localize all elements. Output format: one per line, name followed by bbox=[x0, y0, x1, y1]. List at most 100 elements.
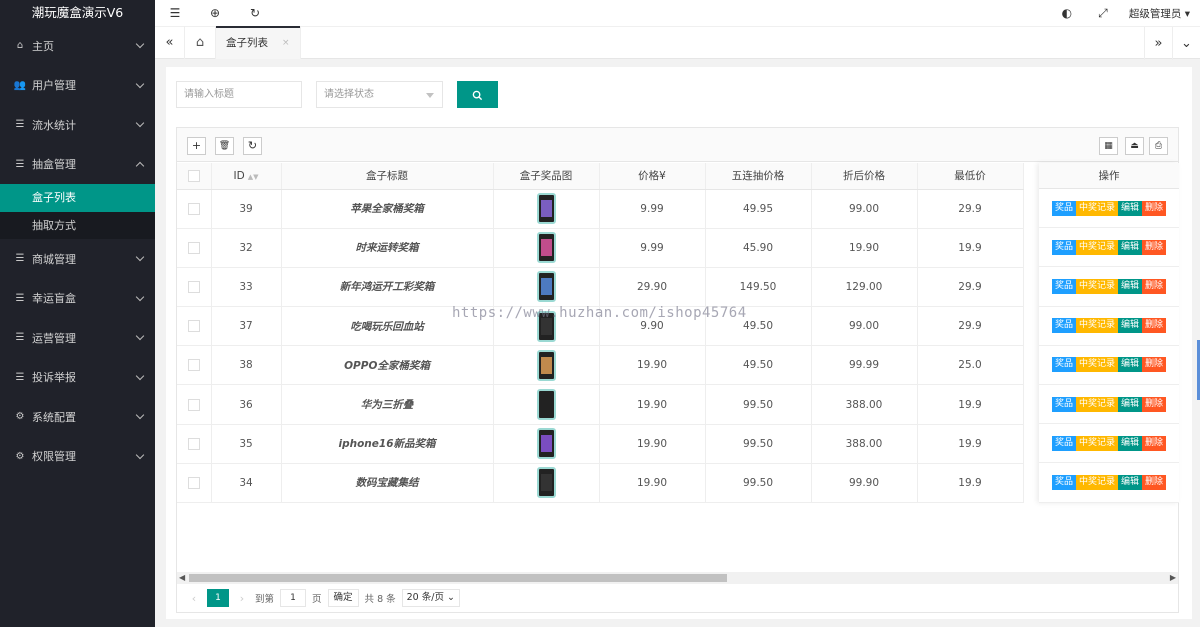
records-button[interactable]: 中奖记录 bbox=[1075, 474, 1118, 490]
sidebar-item-7[interactable]: ☰ 投诉举报 bbox=[0, 358, 155, 398]
records-button[interactable]: 中奖记录 bbox=[1075, 318, 1118, 334]
delete-button[interactable]: 删除 bbox=[1142, 435, 1167, 451]
print-icon[interactable]: ⎙ bbox=[1149, 137, 1168, 155]
theme-icon[interactable]: ◐ bbox=[1049, 6, 1085, 20]
columns-icon[interactable]: ▦ bbox=[1099, 137, 1118, 155]
goto-page-input[interactable]: 1 bbox=[280, 589, 307, 607]
delete-button[interactable]: 删除 bbox=[1142, 200, 1167, 216]
sidebar-item-8[interactable]: ⚙ 系统配置 bbox=[0, 397, 155, 437]
sidebar-item-label: 抽盒管理 bbox=[32, 158, 76, 172]
sidebar-item-6[interactable]: ☰ 运营管理 bbox=[0, 318, 155, 358]
row-checkbox[interactable] bbox=[187, 241, 200, 254]
prize-button[interactable]: 奖品 bbox=[1051, 318, 1076, 334]
edit-button[interactable]: 编辑 bbox=[1118, 474, 1143, 490]
table-row[interactable]: 35 iphone16新品奖箱 19.90 99.50 388.00 19.9 bbox=[177, 424, 1024, 464]
tabs-scroll-right-icon[interactable]: » bbox=[1144, 27, 1172, 60]
edit-button[interactable]: 编辑 bbox=[1118, 239, 1143, 255]
sidebar-item-4[interactable]: ☰ 商城管理 bbox=[0, 239, 155, 279]
delete-button[interactable]: 删除 bbox=[1142, 357, 1167, 373]
prize-button[interactable]: 奖品 bbox=[1051, 200, 1076, 216]
prize-button[interactable]: 奖品 bbox=[1051, 474, 1076, 490]
sort-icon[interactable]: ▲▼ bbox=[248, 173, 259, 181]
horizontal-scrollbar[interactable]: ◀ ▶ bbox=[177, 572, 1178, 584]
records-button[interactable]: 中奖记录 bbox=[1075, 200, 1118, 216]
delete-button[interactable]: 删除 bbox=[1142, 278, 1167, 294]
select-all-checkbox[interactable] bbox=[187, 169, 200, 182]
prize-button[interactable]: 奖品 bbox=[1051, 239, 1076, 255]
fullscreen-icon[interactable]: ⤢ bbox=[1085, 6, 1121, 21]
col-id-label: ID bbox=[233, 169, 245, 182]
delete-button[interactable]: 删除 bbox=[1142, 239, 1167, 255]
col-title: 盒子标题 bbox=[281, 163, 494, 190]
next-page-icon[interactable]: › bbox=[235, 592, 249, 605]
export-icon[interactable]: ⏏ bbox=[1125, 137, 1144, 155]
records-button[interactable]: 中奖记录 bbox=[1075, 239, 1118, 255]
tabs-dropdown-icon[interactable]: ⌄ bbox=[1172, 27, 1200, 60]
table-row[interactable]: 34 数码宝藏集结 19.90 99.50 99.90 19.9 bbox=[177, 463, 1024, 504]
edit-button[interactable]: 编辑 bbox=[1118, 200, 1143, 216]
prize-button[interactable]: 奖品 bbox=[1051, 396, 1076, 412]
home-tab-icon[interactable]: ⌂ bbox=[185, 35, 215, 50]
scrollbar-thumb[interactable] bbox=[189, 574, 727, 582]
sidebar-subitem-0[interactable]: 盒子列表 bbox=[0, 184, 155, 212]
delete-button[interactable]: 删除 bbox=[1142, 474, 1167, 490]
records-button[interactable]: 中奖记录 bbox=[1075, 357, 1118, 373]
prize-button[interactable]: 奖品 bbox=[1051, 357, 1076, 373]
edit-button[interactable]: 编辑 bbox=[1118, 278, 1143, 294]
row-checkbox[interactable] bbox=[187, 202, 200, 215]
tab-box-list[interactable]: 盒子列表 × bbox=[215, 26, 301, 59]
admin-menu[interactable]: 超级管理员 ▾ bbox=[1121, 6, 1200, 21]
page-size-select[interactable]: 20 条/页 ⌄ bbox=[401, 589, 460, 607]
sidebar-subitem-1[interactable]: 抽取方式 bbox=[0, 211, 155, 239]
close-icon[interactable]: × bbox=[282, 38, 290, 48]
col-id[interactable]: ID ▲▼ bbox=[211, 163, 282, 190]
menu-toggle-icon[interactable]: ☰ bbox=[155, 6, 195, 20]
sidebar-item-5[interactable]: ☰ 幸运盲盒 bbox=[0, 279, 155, 319]
table-row[interactable]: 38 OPPO全家桶奖箱 19.90 49.50 99.99 25.0 bbox=[177, 345, 1024, 386]
table-row[interactable]: 33 新年鸿运开工彩奖箱 29.90 149.50 129.00 29.9 bbox=[177, 267, 1024, 308]
title-search-input[interactable]: 请输入标题 bbox=[176, 81, 302, 108]
edit-button[interactable]: 编辑 bbox=[1118, 318, 1143, 334]
table-row[interactable]: 32 时来运转奖箱 9.99 45.90 19.90 19.9 bbox=[177, 228, 1024, 268]
records-button[interactable]: 中奖记录 bbox=[1075, 435, 1118, 451]
sidebar-item-2[interactable]: ☰ 流水统计 bbox=[0, 105, 155, 145]
records-button[interactable]: 中奖记录 bbox=[1075, 278, 1118, 294]
prize-button[interactable]: 奖品 bbox=[1051, 435, 1076, 451]
search-button[interactable] bbox=[457, 81, 498, 108]
current-page[interactable]: 1 bbox=[207, 589, 229, 607]
sidebar-item-9[interactable]: ⚙ 权限管理 bbox=[0, 437, 155, 477]
prize-button[interactable]: 奖品 bbox=[1051, 278, 1076, 294]
status-placeholder: 请选择状态 bbox=[324, 89, 374, 100]
refresh-icon[interactable]: ↻ bbox=[235, 6, 275, 20]
scroll-left-icon[interactable]: ◀ bbox=[179, 572, 185, 584]
edit-button[interactable]: 编辑 bbox=[1118, 435, 1143, 451]
cell-five-price: 149.50 bbox=[705, 267, 812, 308]
trash-icon[interactable]: 🗑 bbox=[215, 137, 234, 155]
add-icon[interactable]: + bbox=[187, 137, 206, 155]
delete-button[interactable]: 删除 bbox=[1142, 318, 1167, 334]
globe-icon[interactable]: ⊕ bbox=[195, 6, 235, 20]
row-checkbox[interactable] bbox=[187, 398, 200, 411]
goto-confirm-button[interactable]: 确定 bbox=[327, 589, 359, 607]
row-checkbox[interactable] bbox=[187, 359, 200, 372]
refresh-table-icon[interactable]: ↻ bbox=[243, 137, 262, 155]
cell-title: 数码宝藏集结 bbox=[281, 463, 494, 504]
sidebar-item-1[interactable]: 👥 用户管理 bbox=[0, 66, 155, 106]
prev-page-icon[interactable]: ‹ bbox=[187, 592, 201, 605]
table-row[interactable]: 36 华为三折叠 19.90 99.50 388.00 19.9 bbox=[177, 384, 1024, 425]
sidebar-item-3[interactable]: ☰ 抽盒管理 bbox=[0, 145, 155, 185]
edit-button[interactable]: 编辑 bbox=[1118, 396, 1143, 412]
tabs-scroll-left-icon[interactable]: « bbox=[155, 26, 185, 59]
row-checkbox[interactable] bbox=[187, 320, 200, 333]
row-checkbox[interactable] bbox=[187, 280, 200, 293]
row-checkbox[interactable] bbox=[187, 476, 200, 489]
edit-button[interactable]: 编辑 bbox=[1118, 357, 1143, 373]
sidebar-item-0[interactable]: ⌂ 主页 bbox=[0, 26, 155, 66]
scroll-right-icon[interactable]: ▶ bbox=[1170, 572, 1176, 584]
records-button[interactable]: 中奖记录 bbox=[1075, 396, 1118, 412]
row-checkbox[interactable] bbox=[187, 437, 200, 450]
status-select[interactable]: 请选择状态 bbox=[316, 81, 443, 108]
cell-discount-price: 99.90 bbox=[811, 463, 918, 504]
delete-button[interactable]: 删除 bbox=[1142, 396, 1167, 412]
table-row[interactable]: 39 苹果全家桶奖箱 9.99 49.95 99.00 29.9 bbox=[177, 189, 1024, 229]
